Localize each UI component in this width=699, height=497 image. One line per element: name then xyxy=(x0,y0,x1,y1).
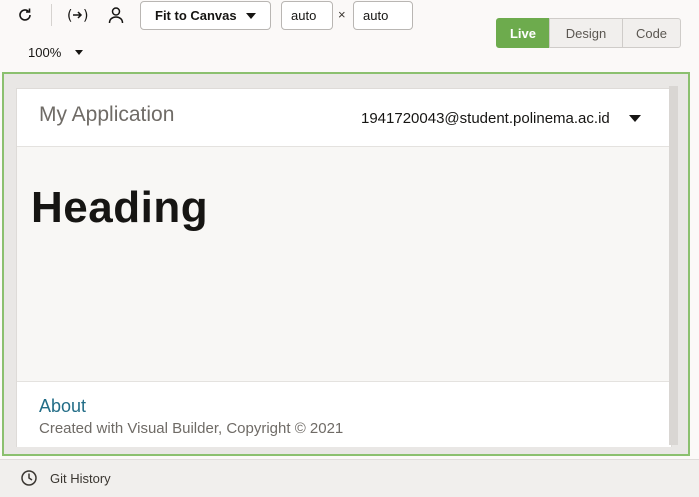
fit-to-canvas-select[interactable]: Fit to Canvas xyxy=(140,1,271,30)
svg-text:(: ( xyxy=(67,8,72,24)
toolbar-separator xyxy=(51,4,52,26)
height-input[interactable] xyxy=(353,1,413,30)
fit-select-value: Fit to Canvas xyxy=(155,8,237,23)
app-title: My Application xyxy=(39,103,175,126)
clock-icon[interactable] xyxy=(20,469,38,487)
user-icon[interactable] xyxy=(104,3,128,27)
canvas-scrollbar[interactable] xyxy=(669,86,678,445)
code-mode-button[interactable]: Code xyxy=(622,18,681,48)
app-header: My Application 1941720043@student.poline… xyxy=(17,89,671,147)
width-input[interactable] xyxy=(281,1,333,30)
about-link[interactable]: About xyxy=(39,396,86,417)
app-footer: About Created with Visual Builder, Copyr… xyxy=(17,381,671,447)
dimension-separator: × xyxy=(338,7,346,22)
user-menu-chevron-down-icon[interactable] xyxy=(629,115,641,122)
zoom-level[interactable]: 100% xyxy=(28,45,61,60)
view-mode-switch: Live Design Code xyxy=(496,18,681,48)
copyright-text: Created with Visual Builder, Copyright ©… xyxy=(39,420,344,437)
user-menu[interactable]: 1941720043@student.polinema.ac.id xyxy=(361,110,610,127)
git-history-tab[interactable]: Git History xyxy=(50,471,111,486)
live-mode-button[interactable]: Live xyxy=(496,18,550,48)
page-heading: Heading xyxy=(31,183,209,232)
app-preview: My Application 1941720043@student.poline… xyxy=(16,88,672,447)
live-canvas: My Application 1941720043@student.poline… xyxy=(2,72,690,456)
zoom-chevron-down-icon[interactable] xyxy=(75,50,83,55)
designer-toolbar: () Fit to Canvas × 100% Live Design Code xyxy=(0,0,699,72)
variables-icon[interactable]: () xyxy=(65,3,91,27)
chevron-down-icon xyxy=(246,13,256,19)
bottom-panel-bar: Git History xyxy=(0,459,699,497)
refresh-icon[interactable] xyxy=(13,3,37,27)
design-mode-button[interactable]: Design xyxy=(549,18,623,48)
svg-text:): ) xyxy=(83,8,88,24)
